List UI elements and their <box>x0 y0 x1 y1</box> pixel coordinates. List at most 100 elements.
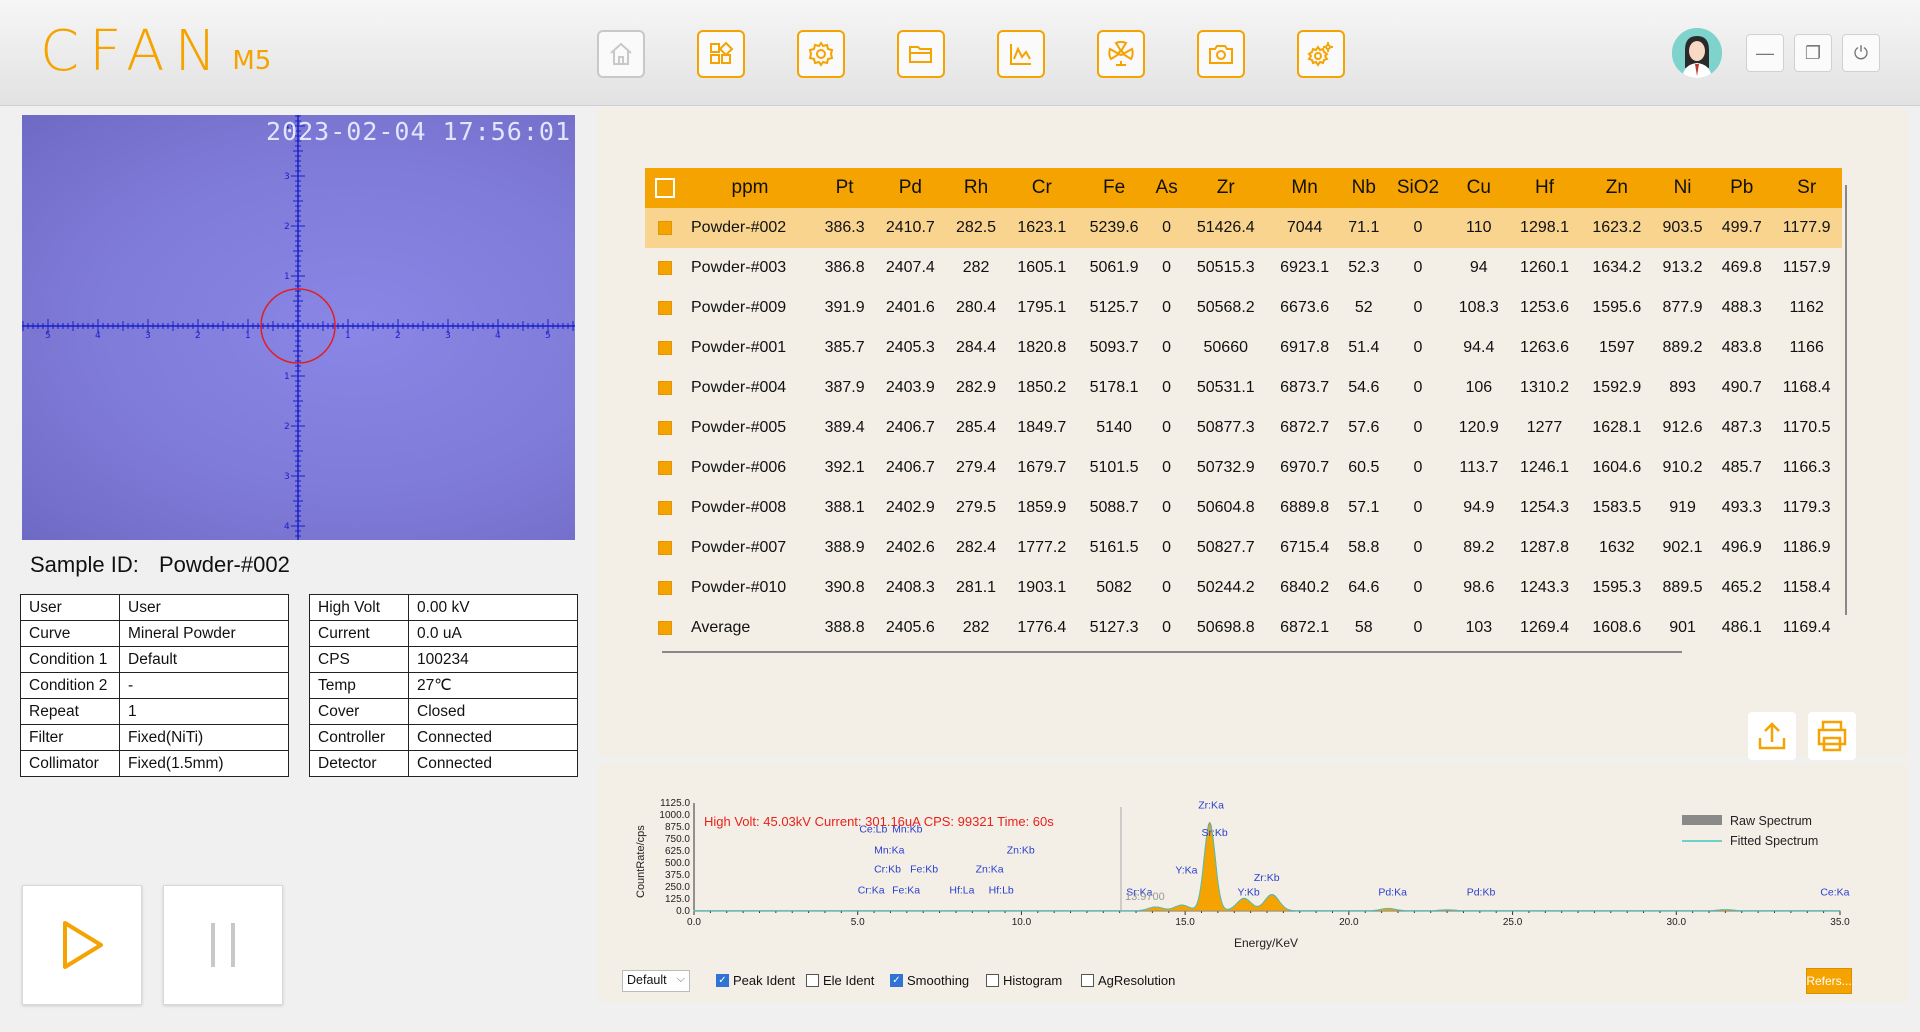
row-checkbox[interactable] <box>645 288 685 328</box>
row-checkbox[interactable] <box>645 408 685 448</box>
home-button[interactable] <box>597 30 645 78</box>
minimize-button[interactable]: — <box>1746 34 1784 72</box>
table-row[interactable]: Powder-#003 386.8 2407.4 282 1605.1 5061.9 0 50… <box>645 248 1842 288</box>
table-cell: 496.9 <box>1721 539 1762 556</box>
start-button[interactable] <box>22 885 142 1005</box>
table-row[interactable]: Powder-#008 388.1 2402.9 279.5 1859.9 5088.7 0… <box>645 488 1842 528</box>
checkbox-square <box>658 220 672 235</box>
table-cell: 108.3 <box>1458 299 1499 316</box>
legend-raw-label: Raw Spectrum <box>1730 814 1812 828</box>
row-checkbox[interactable] <box>645 608 685 648</box>
row-checkbox[interactable] <box>645 568 685 608</box>
table-row[interactable]: Powder-#005 389.4 2406.7 285.4 1849.7 5140 0 50… <box>645 408 1842 448</box>
camera-view[interactable]: 543211234543211234 2023-02-04 17:56:01 <box>22 115 575 540</box>
element-label: Cr:Ka <box>858 885 885 897</box>
table-cell: 5161.5 <box>1089 539 1139 556</box>
table-row[interactable]: Powder-#009 391.9 2401.6 280.4 1795.1 5125.7 0… <box>645 288 1842 328</box>
table-row[interactable]: Powder-#001 385.7 2405.3 284.4 1820.8 5093.7 0… <box>645 328 1842 368</box>
row-checkbox[interactable] <box>645 528 685 568</box>
settings-button[interactable] <box>797 30 845 78</box>
peak-ident-checkbox[interactable]: ✓ Peak Ident <box>716 973 795 988</box>
restore-button[interactable]: ❐ <box>1794 34 1832 72</box>
preset-select[interactable]: Default ⌵ <box>622 970 690 992</box>
table-row[interactable]: Powder-#004 387.9 2403.9 282.9 1850.2 5178.1 0… <box>645 368 1842 408</box>
row-checkbox[interactable] <box>645 368 685 408</box>
table-cell: 1850.2 <box>1017 379 1067 396</box>
column-header[interactable]: Nb <box>1340 168 1387 208</box>
row-checkbox[interactable] <box>645 448 685 488</box>
table-cell: 893 <box>1669 379 1696 396</box>
table-cell: 1168.4 <box>1782 379 1831 396</box>
table-cell: 0 <box>1162 579 1172 596</box>
svg-text:2: 2 <box>195 331 201 341</box>
column-header[interactable]: Pt <box>815 168 875 208</box>
column-header[interactable]: Pb <box>1712 168 1772 208</box>
table-row[interactable]: Powder-#002 386.3 2410.7 282.5 1623.1 5239.6 0… <box>645 208 1842 248</box>
logo-brand: CFAN <box>40 19 227 84</box>
table-row[interactable]: Powder-#010 390.8 2408.3 281.1 1903.1 5082 0 50… <box>645 568 1842 608</box>
column-header[interactable]: SiO2 <box>1386 168 1450 208</box>
histogram-label: Histogram <box>1003 973 1063 988</box>
table-cell: 98.6 <box>1463 579 1495 596</box>
print-button[interactable] <box>1808 712 1856 760</box>
info-left-row: User User <box>20 594 289 621</box>
table-cell: 50732.9 <box>1196 459 1255 476</box>
results-table-container[interactable]: ppm Pt Pd Rh Cr Fe As Zr Mn Nb SiO2 Cu Hf Zn Ni Pb Sr Po… <box>645 168 1855 650</box>
pause-button[interactable] <box>163 885 283 1005</box>
column-header[interactable]: Hf <box>1508 168 1581 208</box>
apps-button[interactable] <box>697 30 745 78</box>
radiation-button[interactable] <box>1097 30 1145 78</box>
column-header[interactable]: Cu <box>1449 168 1509 208</box>
user-avatar[interactable] <box>1672 28 1722 78</box>
results-horizontal-scrollbar[interactable] <box>662 651 1682 653</box>
camera-button[interactable] <box>1197 30 1245 78</box>
table-row[interactable]: Powder-#006 392.1 2406.7 279.4 1679.7 5101.5 0… <box>645 448 1842 488</box>
row-checkbox[interactable] <box>645 488 685 528</box>
results-vertical-scrollbar[interactable] <box>1845 185 1847 615</box>
column-header[interactable]: Zr <box>1183 168 1269 208</box>
row-checkbox[interactable] <box>645 248 685 288</box>
export-button[interactable] <box>1748 712 1796 760</box>
column-header[interactable]: As <box>1150 168 1184 208</box>
column-header[interactable]: Cr <box>1005 168 1078 208</box>
agresolution-checkbox[interactable]: AgResolution <box>1081 973 1175 988</box>
column-header[interactable]: Pd <box>874 168 947 208</box>
table-cell: 1169.4 <box>1782 619 1831 636</box>
folder-button[interactable] <box>897 30 945 78</box>
table-row[interactable]: Powder-#007 388.9 2402.6 282.4 1777.2 5161.5 0… <box>645 528 1842 568</box>
y-tick-label: 1125.0 <box>660 798 690 809</box>
smoothing-checkbox[interactable]: ✓ Smoothing <box>890 973 969 988</box>
table-cell: 1186.9 <box>1782 539 1831 556</box>
play-icon <box>63 921 103 969</box>
y-tick-label: 375.0 <box>665 870 690 881</box>
row-checkbox[interactable] <box>645 208 685 248</box>
select-all-checkbox[interactable] <box>645 168 685 208</box>
table-row[interactable]: Average 388.8 2405.6 282 1776.4 5127.3 0 50698.… <box>645 608 1842 648</box>
column-header[interactable]: Zn <box>1580 168 1653 208</box>
histogram-checkbox[interactable]: Histogram <box>986 973 1062 988</box>
power-button[interactable]: ⏻ <box>1842 34 1880 72</box>
column-header[interactable]: Sr <box>1771 168 1842 208</box>
column-header[interactable]: Fe <box>1077 168 1151 208</box>
table-cell: 51.4 <box>1348 339 1380 356</box>
table-cell: 2405.3 <box>885 339 935 356</box>
column-header[interactable]: Rh <box>946 168 1006 208</box>
svg-text:2: 2 <box>395 331 401 341</box>
table-cell: 0 <box>1413 539 1423 556</box>
row-checkbox[interactable] <box>645 328 685 368</box>
ele-ident-checkbox[interactable]: Ele Ident <box>806 973 874 988</box>
crosshair-reticle: 5 4 3 2 1 1 2 3 4 543211234 <box>22 115 575 540</box>
column-header[interactable]: Ni <box>1652 168 1713 208</box>
column-header[interactable]: ppm <box>685 168 815 208</box>
chart-button[interactable] <box>997 30 1045 78</box>
measurement-info-table: User User Curve Mineral Powder Condition 1 De… <box>20 594 289 777</box>
element-label: Zr:Kb <box>1254 872 1280 884</box>
column-header[interactable]: Mn <box>1268 168 1341 208</box>
x-tick-label: 0.0 <box>687 917 701 928</box>
table-cell: 2406.7 <box>885 419 935 436</box>
checkbox-square <box>658 420 672 435</box>
spectrum-chart[interactable]: 1125.01000.0875.0750.0625.0500.0375.0250… <box>598 763 1908 963</box>
refers-button[interactable]: Refers... <box>1806 968 1852 994</box>
advanced-settings-button[interactable] <box>1297 30 1345 78</box>
x-tick-label: 30.0 <box>1667 917 1687 928</box>
